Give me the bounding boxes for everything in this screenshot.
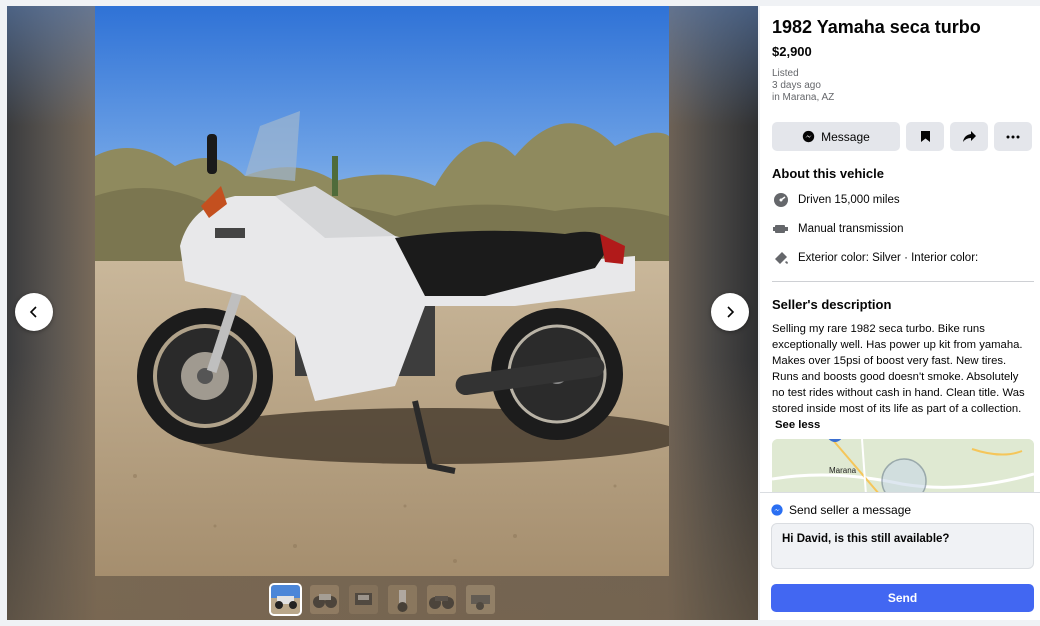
thumbnail[interactable] — [269, 583, 302, 616]
mileage-text: Driven 15,000 miles — [798, 194, 900, 206]
listing-price: $2,900 — [772, 44, 812, 59]
vehicle-section-heading: About this vehicle — [772, 166, 884, 181]
send-message-area: Send seller a message Hi David, is this … — [760, 492, 1040, 620]
send-message-heading: Send seller a message — [771, 503, 1034, 517]
bookmark-icon — [920, 131, 930, 142]
share-icon — [962, 131, 976, 142]
send-heading-text: Send seller a message — [789, 503, 912, 517]
listing-details-panel: 1982 Yamaha seca turbo $2,900 Listed 3 d… — [760, 6, 1040, 620]
see-less-link[interactable]: See less — [775, 419, 820, 431]
listing-meta: Listed 3 days ago in Marana, AZ — [772, 68, 1034, 104]
thumbnail[interactable] — [427, 585, 456, 614]
vehicle-detail-row: Driven 15,000 miles — [772, 190, 1034, 210]
messenger-icon — [771, 504, 783, 516]
section-divider — [772, 281, 1034, 282]
vehicle-detail-row: Exterior color: Silver · Interior color: — [772, 248, 1034, 268]
save-button[interactable] — [906, 122, 944, 151]
thumbnail[interactable] — [388, 585, 417, 614]
listing-photo — [95, 6, 669, 576]
listing-location[interactable]: in Marana, AZ — [772, 92, 1034, 104]
listed-label: Listed — [772, 68, 799, 79]
speedometer-icon — [772, 192, 789, 208]
previous-photo-button[interactable] — [15, 293, 53, 331]
seller-description-text: Selling my rare 1982 seca turbo. Bike ru… — [772, 323, 1025, 415]
location-map[interactable]: Marana — [772, 439, 1034, 492]
action-bar: Message — [772, 122, 1034, 151]
share-button[interactable] — [950, 122, 988, 151]
thumbnail[interactable] — [310, 585, 339, 614]
vehicle-detail-row: Manual transmission — [772, 219, 1034, 239]
more-icon — [1006, 135, 1020, 138]
send-button[interactable]: Send — [771, 584, 1034, 612]
listing-title: 1982 Yamaha seca turbo — [772, 17, 981, 37]
transmission-text: Manual transmission — [798, 223, 904, 235]
chevron-left-icon — [29, 306, 37, 318]
map-city-label: Marana — [829, 466, 857, 475]
more-options-button[interactable] — [994, 122, 1032, 151]
chevron-right-icon — [727, 306, 735, 318]
paint-icon — [772, 250, 789, 266]
messenger-icon — [802, 130, 815, 143]
next-photo-button[interactable] — [711, 293, 749, 331]
photo-viewer — [7, 6, 758, 620]
color-text: Exterior color: Silver · Interior color: — [798, 252, 979, 264]
message-input[interactable]: Hi David, is this still available? — [771, 523, 1034, 569]
listed-time: 3 days ago — [772, 80, 821, 91]
seller-description-heading: Seller's description — [772, 297, 892, 312]
thumbnail[interactable] — [466, 585, 495, 614]
details-scroll-area: 1982 Yamaha seca turbo $2,900 Listed 3 d… — [760, 6, 1040, 492]
message-button[interactable]: Message — [772, 122, 900, 151]
seller-description: Selling my rare 1982 seca turbo. Bike ru… — [772, 321, 1034, 433]
thumbnail-strip — [269, 583, 495, 616]
transmission-icon — [772, 222, 789, 236]
thumbnail[interactable] — [349, 585, 378, 614]
message-button-label: Message — [821, 129, 870, 144]
